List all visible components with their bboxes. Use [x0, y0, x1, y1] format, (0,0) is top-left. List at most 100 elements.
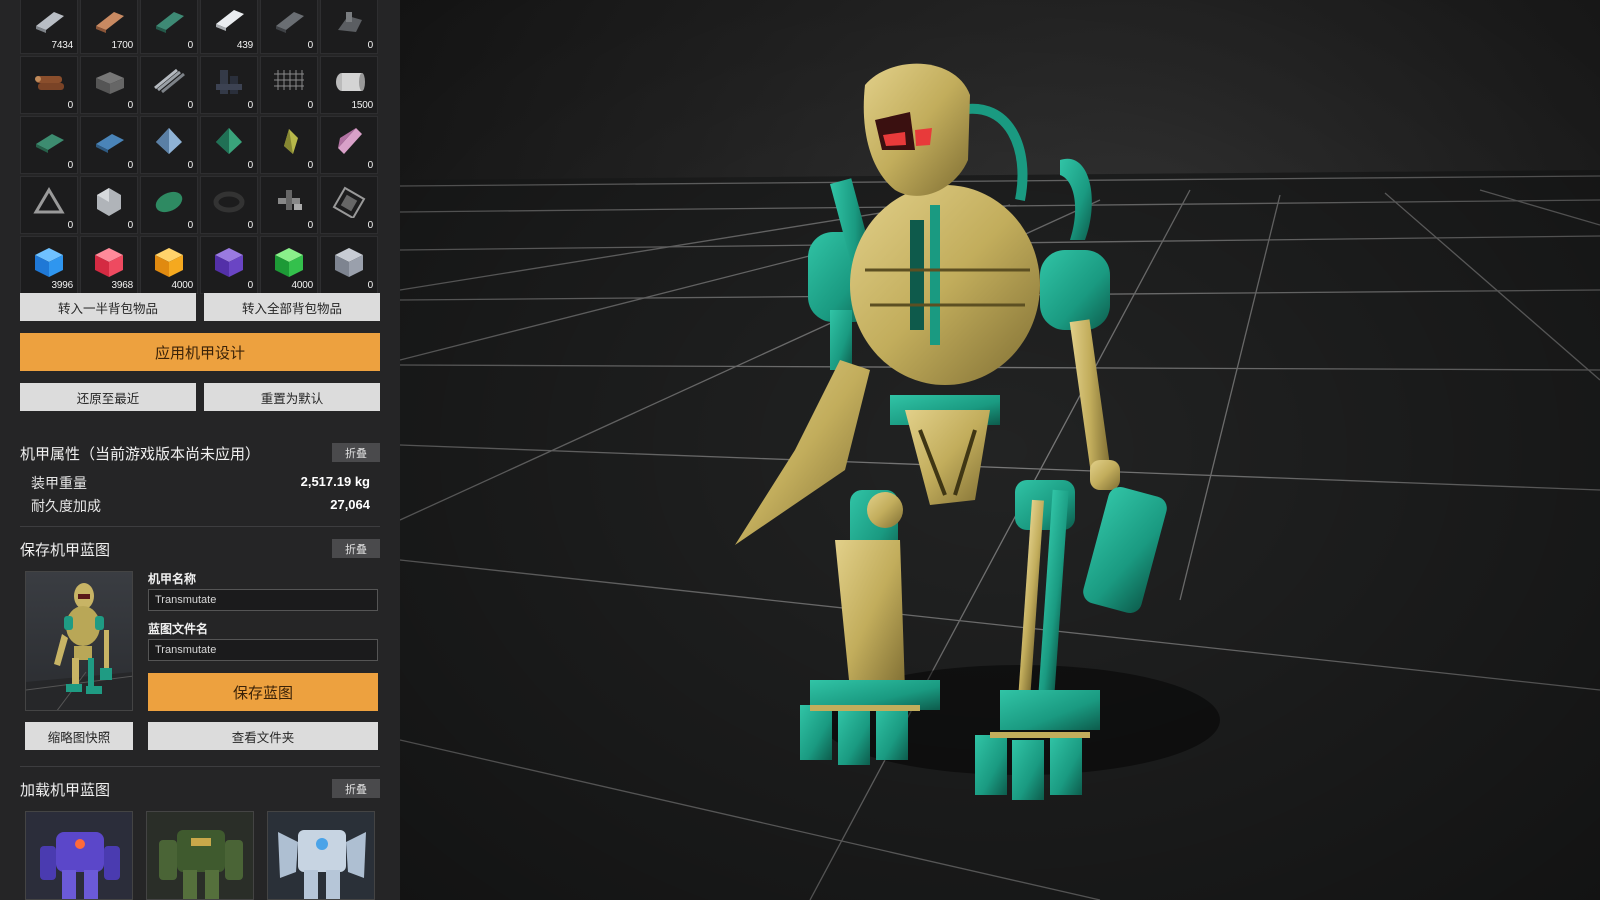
inventory-slot[interactable]: 1700 [80, 0, 138, 54]
blue-crystal-icon [152, 127, 186, 157]
inventory-slot[interactable]: 0 [260, 116, 318, 174]
item-count: 1500 [351, 100, 374, 111]
item-count: 0 [247, 100, 254, 111]
inventory-slot[interactable]: 0 [320, 0, 378, 54]
copper-plate-icon [92, 7, 126, 37]
apply-design-button[interactable]: 应用机甲设计 [20, 333, 380, 371]
inventory-slot[interactable]: 0 [200, 116, 258, 174]
left-panel: 7434 1700 0 439 0 0 0 0 0 0 0 1500 0 0 0 0 0 0 0 0 0 0 0 0 3996 3… [0, 0, 400, 900]
item-count: 0 [307, 160, 314, 171]
metal-rods-icon [152, 67, 186, 97]
properties-fold-button[interactable]: 折叠 [332, 443, 380, 462]
item-count: 0 [187, 220, 194, 231]
item-count: 0 [67, 100, 74, 111]
scrap-icon [332, 7, 366, 37]
transfer-all-button[interactable]: 转入全部背包物品 [204, 293, 380, 321]
blueprint-card-green[interactable] [146, 811, 254, 900]
item-count: 439 [236, 40, 253, 51]
item-count: 0 [187, 100, 194, 111]
restore-recent-button[interactable]: 还原至最近 [20, 383, 196, 411]
divider [20, 526, 380, 527]
inventory-row: 3996 3968 4000 0 4000 0 [20, 236, 380, 294]
mech-3d-viewport[interactable] [400, 0, 1600, 900]
item-count: 3968 [111, 280, 134, 291]
save-blueprint-button[interactable]: 保存蓝图 [148, 673, 378, 711]
inventory-slot[interactable]: 0 [200, 236, 258, 294]
inventory-slot[interactable]: 0 [80, 56, 138, 114]
blueprint-card-white[interactable] [267, 811, 375, 900]
load-blueprint-fold-button[interactable]: 折叠 [332, 779, 380, 798]
inventory-slot[interactable]: 3996 [20, 236, 78, 294]
item-count: 0 [367, 160, 374, 171]
inventory-slot[interactable]: 0 [200, 56, 258, 114]
transfer-half-button[interactable]: 转入一半背包物品 [20, 293, 196, 321]
inventory-slot[interactable]: 0 [140, 116, 198, 174]
mech-name-input[interactable] [148, 589, 378, 611]
inventory-slot[interactable]: 0 [260, 56, 318, 114]
inventory-slot[interactable]: 0 [320, 176, 378, 234]
item-count: 7434 [51, 40, 74, 51]
item-count: 0 [247, 160, 254, 171]
file-name-input[interactable] [148, 639, 378, 661]
green-leaf-icon [152, 187, 186, 217]
inventory-slot[interactable]: 0 [320, 236, 378, 294]
inventory-slot[interactable]: 0 [80, 116, 138, 174]
inventory-slot[interactable]: 0 [20, 116, 78, 174]
item-count: 1700 [111, 40, 134, 51]
armor-weight-value: 2,517.19 kg [300, 474, 370, 489]
inventory-slot[interactable]: 439 [200, 0, 258, 54]
inventory-slot[interactable]: 0 [80, 176, 138, 234]
save-blueprint-fold-button[interactable]: 折叠 [332, 539, 380, 558]
item-count: 0 [307, 220, 314, 231]
item-count: 0 [127, 160, 134, 171]
purple-cube-icon [212, 247, 246, 278]
item-count: 0 [307, 100, 314, 111]
inventory-slot[interactable]: 0 [20, 56, 78, 114]
item-count: 0 [127, 100, 134, 111]
inventory-slot[interactable]: 4000 [140, 236, 198, 294]
inventory-slot[interactable]: 0 [140, 176, 198, 234]
mesh-icon [272, 67, 306, 97]
inventory-slot[interactable]: 1500 [320, 56, 378, 114]
grey-prism-icon [32, 187, 66, 217]
mech-properties-title: 机甲属性（当前游戏版本尚未应用） [20, 445, 261, 463]
wood-logs-icon [32, 67, 66, 97]
inventory-slot[interactable]: 3968 [80, 236, 138, 294]
durability-bonus-label: 耐久度加成 [31, 499, 101, 515]
inventory-slot[interactable]: 0 [320, 116, 378, 174]
item-count: 0 [367, 220, 374, 231]
inventory-slot[interactable]: 0 [140, 56, 198, 114]
save-blueprint-title: 保存机甲蓝图 [20, 541, 111, 559]
item-count: 0 [67, 160, 74, 171]
inventory-slot[interactable]: 0 [200, 176, 258, 234]
mech-name-label: 机甲名称 [148, 572, 197, 586]
pink-crystal-icon [332, 127, 366, 157]
yellow-gem-icon [272, 127, 306, 157]
inventory-slot[interactable]: 0 [260, 0, 318, 54]
green-cube-icon [272, 247, 306, 278]
file-name-label: 蓝图文件名 [148, 622, 209, 636]
view-folder-button[interactable]: 查看文件夹 [148, 722, 378, 750]
inventory-row: 7434 1700 0 439 0 0 [20, 0, 380, 54]
reset-default-button[interactable]: 重置为默认 [204, 383, 380, 411]
blue-cube-icon [32, 247, 66, 278]
hexagon-icon [92, 187, 126, 217]
inventory-slot[interactable]: 4000 [260, 236, 318, 294]
inventory-row: 0 0 0 0 0 1500 [20, 56, 380, 114]
dark-plate-icon [272, 7, 306, 37]
orange-cube-icon [152, 247, 186, 278]
item-count: 0 [187, 40, 194, 51]
blueprint-card-purple[interactable] [25, 811, 133, 900]
item-count: 0 [247, 220, 254, 231]
thumbnail-snapshot-button[interactable]: 缩略图快照 [25, 722, 133, 750]
inventory-slot[interactable]: 0 [140, 0, 198, 54]
dark-beams-icon [212, 67, 246, 97]
stone-block-icon [92, 67, 126, 97]
durability-bonus-value: 27,064 [330, 497, 370, 512]
mesh-roll-icon [332, 67, 366, 97]
item-count: 0 [67, 220, 74, 231]
inventory-slot[interactable]: 0 [20, 176, 78, 234]
inventory-slot[interactable]: 0 [260, 176, 318, 234]
inventory-slot[interactable]: 7434 [20, 0, 78, 54]
green-tile-icon [32, 127, 66, 157]
